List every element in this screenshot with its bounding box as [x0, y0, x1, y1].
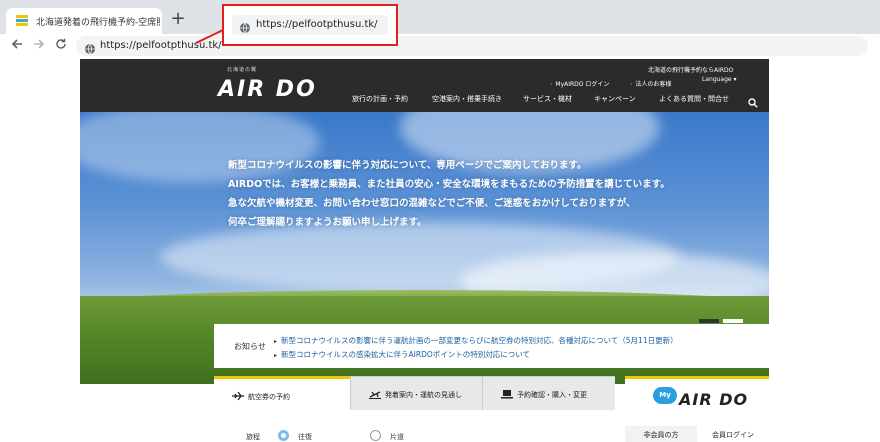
browser-tab-strip: 北海道発着の飛行機予約-空席照会 + — [0, 0, 880, 34]
logo-subtitle: 北海道の翼 — [227, 67, 258, 73]
screen: 北海道発着の飛行機予約-空席照会 + https://pelfootpthusu… — [0, 0, 880, 442]
slide-dot[interactable] — [723, 319, 743, 323]
reload-icon[interactable] — [52, 37, 70, 55]
chevron-right-icon: › — [630, 81, 633, 88]
hero-line: 新型コロナウイルスの影響に伴う対応について、専用ページでご案内しております。 — [228, 160, 587, 171]
notice-label: お知らせ — [234, 342, 266, 351]
hero-covid-message: 新型コロナウイルスの影響に伴う対応について、専用ページでご案内しております。 A… — [228, 156, 728, 232]
nav-campaign[interactable]: キャンペーン — [594, 94, 636, 104]
slide-dot[interactable] — [699, 319, 719, 323]
url-text: https://pelfootpthusu.tk/ — [100, 40, 222, 51]
member-login-button[interactable]: 会員ログイン — [697, 426, 769, 442]
tab-title: 北海道発着の飛行機予約-空席照会 — [36, 18, 160, 28]
globe-icon — [84, 40, 96, 55]
nav-travel-planning[interactable]: 旅行の計画・予約 — [352, 94, 408, 104]
notice-link[interactable]: ▸ 新型コロナウイルスの影響に伴う運航計画の一部変更ならびに航空券の特別対応、各種… — [274, 335, 678, 346]
myairdo-panel: My AIR DO 非会員の方 会員ログイン — [625, 376, 769, 442]
site-header: 北海道の翼 AIR DO 北海道の飛行機予約ならAIRDO › MyAIRDO ロ… — [80, 59, 769, 112]
callout-url-field: https://pelfootpthusu.tk/ — [232, 15, 388, 35]
itinerary-form-row: 旅程 往復 片道 — [214, 410, 615, 442]
myairdo-login-link[interactable]: › MyAIRDO ログイン — [550, 79, 609, 88]
back-arrow-icon[interactable] — [8, 37, 26, 55]
url-callout-highlight: https://pelfootpthusu.tk/ — [222, 4, 398, 46]
notice-box: お知らせ ▸ 新型コロナウイルスの影響に伴う運航計画の一部変更ならびに航空券の特別… — [214, 324, 769, 368]
callout-url-text: https://pelfootpthusu.tk/ — [256, 19, 378, 30]
airdo-logo[interactable]: AIR DO — [218, 77, 317, 102]
hero-line: AIRDOでは、お客様と乗務員、また社員の安心・安全な環境をまもるための予防措置… — [228, 179, 670, 190]
favicon-icon — [16, 15, 28, 27]
one-way-label: 片道 — [390, 433, 404, 441]
globe-icon — [239, 19, 251, 34]
round-trip-radio[interactable] — [278, 430, 289, 441]
laptop-icon — [501, 389, 513, 399]
tab-flight-booking[interactable]: 航空券の予約 — [214, 376, 350, 410]
chevron-down-icon: ▾ — [733, 76, 737, 83]
notice-link[interactable]: ▸ 新型コロナウイルスの感染拡大に伴うAIRDOポイントの特別対応について — [274, 349, 530, 360]
myairdo-logo: AIR DO — [679, 390, 749, 409]
tab-reservation-check[interactable]: 予約確認・購入・変更 — [482, 376, 615, 410]
round-trip-label: 往復 — [298, 433, 312, 441]
airplane-icon — [232, 391, 244, 401]
triangle-right-icon: ▸ — [274, 352, 278, 359]
airplane-takeoff-icon — [369, 389, 381, 399]
language-selector[interactable]: Language ▾ — [702, 76, 737, 83]
hero-line: 何卒ご理解賜りますようお願い申し上げます。 — [228, 217, 427, 228]
triangle-right-icon: ▸ — [274, 338, 278, 345]
corporate-link[interactable]: › 法人のお客様 — [630, 79, 671, 88]
one-way-radio[interactable] — [370, 430, 381, 441]
nav-airport-guide[interactable]: 空港案内・搭乗手続き — [432, 94, 502, 104]
hero-line: 急な欠航や機材変更、お問い合わせ窓口の混雑などでご不便、ご迷惑をおかけしておりま… — [228, 198, 636, 209]
header-tagline: 北海道の飛行機予約ならAIRDO — [648, 67, 734, 74]
non-member-button[interactable]: 非会員の方 — [625, 426, 697, 442]
address-bar[interactable]: https://pelfootpthusu.tk/ — [76, 36, 868, 56]
itinerary-label: 旅程 — [246, 433, 260, 441]
browser-tab[interactable]: 北海道発着の飛行機予約-空席照会 — [6, 8, 162, 34]
nav-services[interactable]: サービス・機材 — [523, 94, 572, 104]
chevron-right-icon: › — [550, 81, 553, 88]
nav-faq[interactable]: よくある質問・問合せ — [659, 94, 729, 104]
new-tab-icon[interactable]: + — [168, 10, 188, 30]
tab-flight-status[interactable]: 発着案内・運航の見通し — [350, 376, 482, 410]
forward-arrow-icon[interactable] — [30, 37, 48, 55]
search-icon[interactable] — [748, 93, 758, 108]
myairdo-badge: My — [653, 387, 677, 404]
